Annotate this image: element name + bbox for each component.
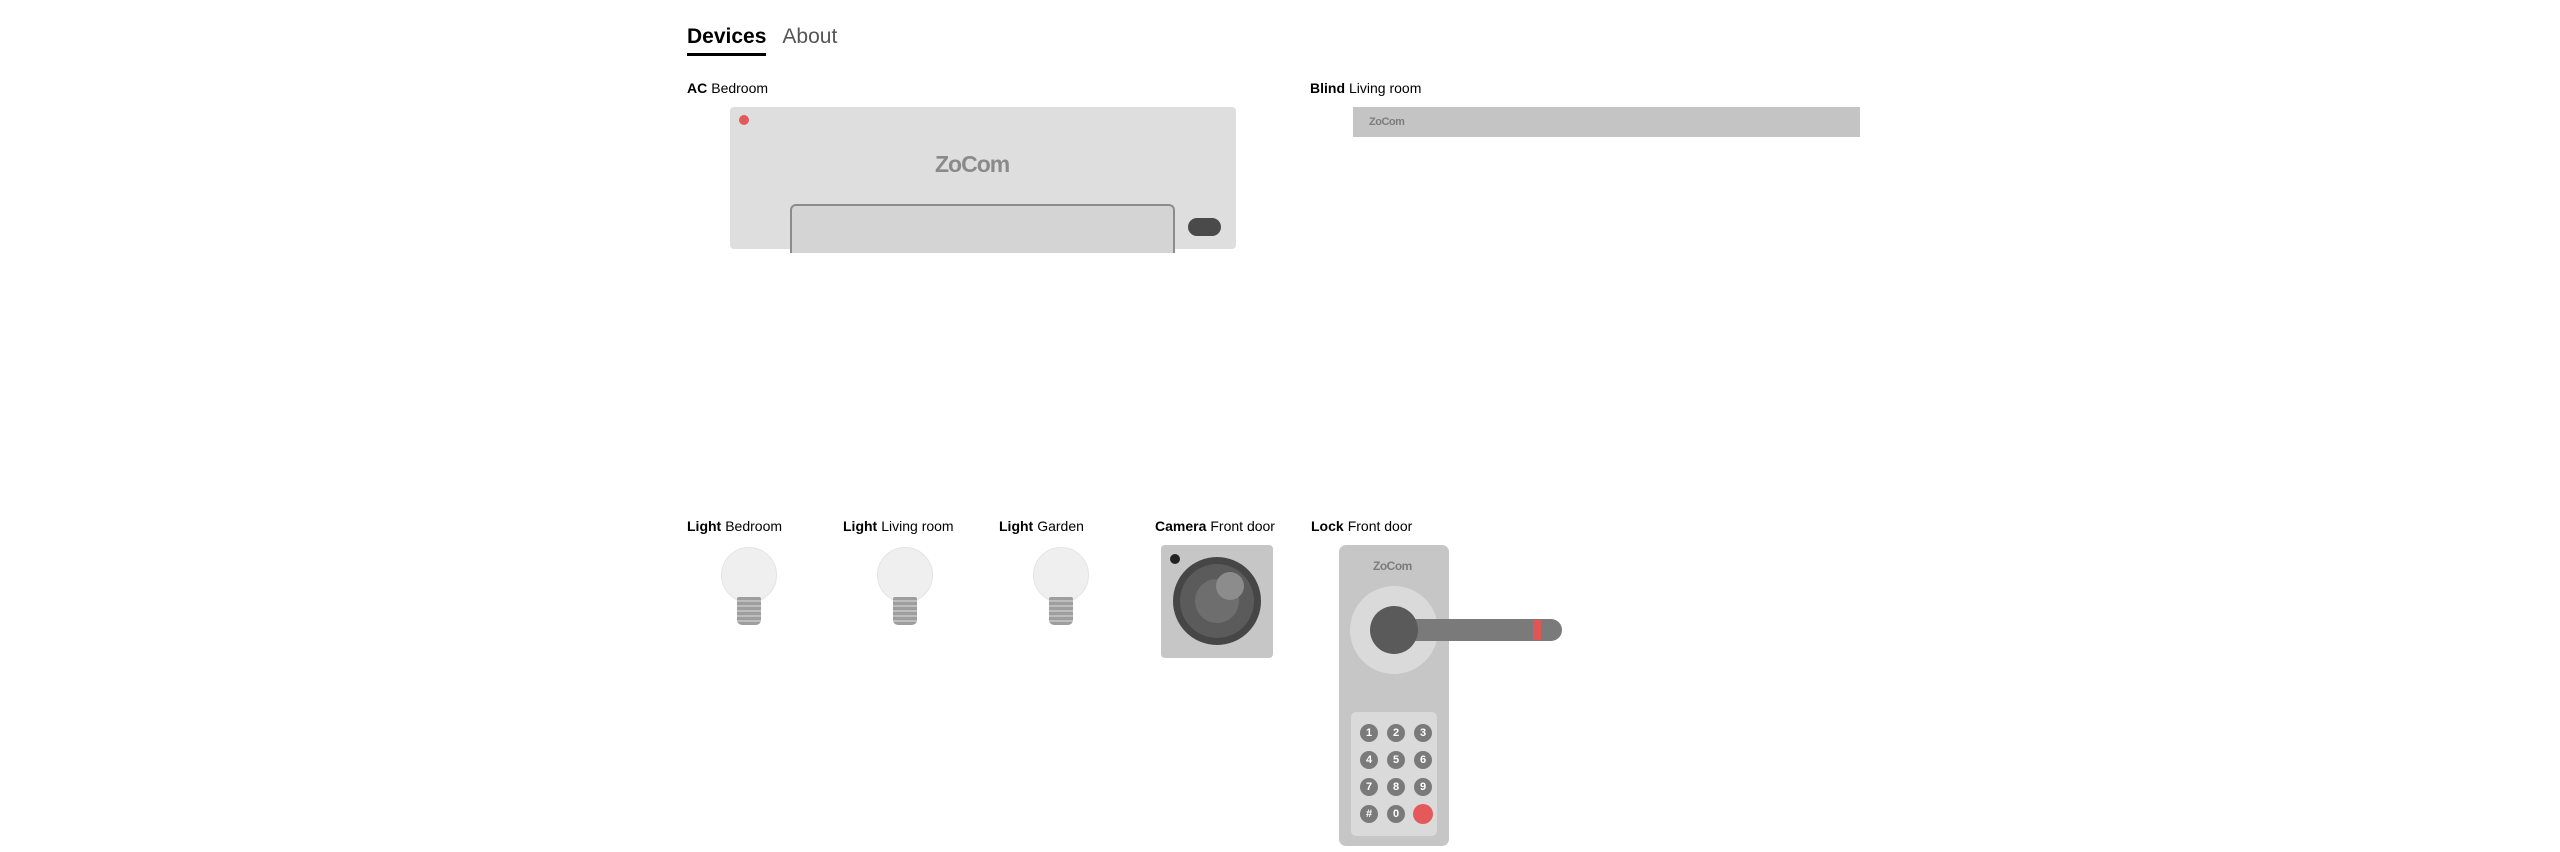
keypad-key-1[interactable]: 1: [1360, 724, 1378, 742]
device-room: Living room: [1349, 80, 1422, 96]
keypad-key-2[interactable]: 2: [1387, 724, 1405, 742]
light-bulb-icon: [877, 547, 933, 603]
device-room: Bedroom: [725, 518, 783, 534]
keypad-key-5[interactable]: 5: [1387, 751, 1405, 769]
device-type: Lock: [1311, 518, 1344, 534]
camera-status-dot: [1170, 554, 1180, 564]
lock-hub: [1370, 606, 1418, 654]
bulb-base: [1049, 597, 1073, 625]
device-room: Living room: [881, 518, 954, 534]
light-bulb-icon: [721, 547, 777, 603]
device-type: Blind: [1310, 80, 1345, 96]
device-room: Front door: [1210, 518, 1275, 534]
keypad-key-7[interactable]: 7: [1360, 778, 1378, 796]
lock-keypad: 1 2 3 4 5 6 7 8 9 # 0: [1351, 712, 1437, 836]
device-room: Bedroom: [711, 80, 769, 96]
light-living-label: Light Living room: [843, 518, 954, 534]
light-bulb-icon: [1033, 547, 1089, 603]
camera-label: Camera Front door: [1155, 518, 1275, 534]
keypad-key-hash[interactable]: #: [1360, 805, 1378, 823]
ac-flap: [790, 204, 1175, 253]
bulb-base: [893, 597, 917, 625]
keypad-key-4[interactable]: 4: [1360, 751, 1378, 769]
camera-lens-glint: [1216, 572, 1244, 600]
lock-handle-indicator: [1533, 620, 1541, 640]
ac-brand-logo: ZoCom: [935, 151, 1010, 177]
blind-brand-logo: ZoCom: [1369, 116, 1405, 128]
tab-devices[interactable]: Devices: [687, 22, 767, 56]
ac-power-button[interactable]: [1188, 218, 1221, 236]
device-type: Light: [843, 518, 878, 534]
device-type: Camera: [1155, 518, 1207, 534]
keypad-key-6[interactable]: 6: [1414, 751, 1432, 769]
lock-brand-logo: ZoCom: [1373, 559, 1412, 573]
blind-label: Blind Living room: [1310, 80, 1421, 96]
device-room: Front door: [1347, 518, 1413, 534]
device-type: Light: [687, 518, 722, 534]
light-bedroom-label: Light Bedroom: [687, 518, 782, 534]
keypad-key-9[interactable]: 9: [1414, 778, 1432, 796]
tab-about[interactable]: About: [782, 22, 837, 56]
keypad-key-8[interactable]: 8: [1387, 778, 1405, 796]
lock-label: Lock Front door: [1311, 518, 1412, 534]
keypad-enter-button[interactable]: [1413, 804, 1433, 824]
keypad-key-0[interactable]: 0: [1387, 805, 1405, 823]
light-garden-label: Light Garden: [999, 518, 1084, 534]
main-tabs: Devices About: [687, 22, 837, 56]
device-type: Light: [999, 518, 1034, 534]
ac-status-led: [739, 115, 749, 125]
ac-label: AC Bedroom: [687, 80, 768, 96]
device-room: Garden: [1037, 518, 1084, 534]
keypad-key-3[interactable]: 3: [1414, 724, 1432, 742]
blind-shade[interactable]: [1353, 107, 1860, 137]
device-type: AC: [687, 80, 708, 96]
bulb-base: [737, 597, 761, 625]
